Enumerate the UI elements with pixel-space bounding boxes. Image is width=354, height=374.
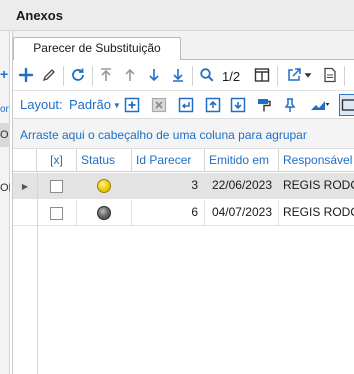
status-cell <box>77 200 132 226</box>
column-header-responsavel[interactable]: Responsável <box>279 149 354 172</box>
status-yellow-icon <box>97 179 111 193</box>
layout-select-value: Padrão <box>69 97 111 112</box>
add-icon[interactable] <box>15 64 37 86</box>
status-cell <box>77 173 132 199</box>
tab-parecer-substituicao[interactable]: Parecer de Substituição <box>13 37 181 60</box>
row-checkbox-cell[interactable] <box>37 200 77 226</box>
layout-label: Layout: <box>20 97 63 112</box>
emitido-em-cell: 04/07/2023 <box>205 200 279 226</box>
id-parecer-cell: 3 <box>132 173 205 199</box>
grid-header: [x] Status Id Parecer Emitido em Respons… <box>13 149 354 172</box>
row-checkbox[interactable] <box>50 206 63 220</box>
chart-dropdown-icon[interactable] <box>307 94 333 116</box>
layout-toolbar: Layout: Padrão ▼ <box>13 92 354 118</box>
window-title-bar: Anexos <box>0 0 354 31</box>
delete-row-icon[interactable] <box>148 94 170 116</box>
move-row-up-icon[interactable] <box>202 94 224 116</box>
group-by-hint: Arraste aqui o cabeçalho de uma coluna p… <box>20 128 307 142</box>
tab-strip: Parecer de Substituição <box>13 31 354 60</box>
page-indicator: 1/2 <box>222 69 241 84</box>
responsavel-cell: REGIS RODOL <box>283 178 354 192</box>
column-header-status[interactable]: Status <box>77 149 132 172</box>
panel-toggle-icon[interactable] <box>339 94 354 116</box>
row-checkbox-cell[interactable] <box>37 173 77 199</box>
column-header-id-parecer[interactable]: Id Parecer <box>132 149 205 172</box>
search-icon[interactable] <box>196 64 218 86</box>
pin-icon[interactable] <box>279 94 301 116</box>
columns-icon[interactable] <box>251 64 273 86</box>
left-panel-label: or <box>0 104 9 115</box>
attachments-panel: Parecer de Substituição 1/2 Layout: Padr… <box>12 31 354 374</box>
row-indicator-icon: ▶ <box>21 181 29 191</box>
column-header-check[interactable]: [x] <box>37 149 77 172</box>
move-row-down-icon[interactable] <box>227 94 249 116</box>
id-parecer-cell: 6 <box>132 200 205 226</box>
add-row-icon[interactable] <box>121 94 143 116</box>
left-panel-add-icon[interactable]: + <box>0 64 10 84</box>
edit-icon[interactable] <box>38 64 60 86</box>
move-down-icon[interactable] <box>143 64 165 86</box>
table-row[interactable]: ▶ 3 22/06/2023 REGIS RODOL <box>13 173 354 199</box>
dropdown-icon[interactable] <box>301 64 315 86</box>
grid-toolbar: 1/2 <box>13 61 354 91</box>
emitido-em-cell: 22/06/2023 <box>205 173 279 199</box>
column-header-emitido-em[interactable]: Emitido em <box>205 149 279 172</box>
row-indicator <box>13 200 37 226</box>
move-up-icon[interactable] <box>119 64 141 86</box>
chevron-down-icon: ▼ <box>112 101 121 111</box>
left-panel-row[interactable]: OD <box>0 177 10 199</box>
header-indicator <box>13 149 37 172</box>
move-last-icon[interactable] <box>167 64 189 86</box>
group-by-area[interactable]: Arraste aqui o cabeçalho de uma coluna p… <box>13 118 354 149</box>
paint-roller-icon[interactable] <box>253 94 275 116</box>
table-row[interactable]: 6 04/07/2023 REGIS RODOL <box>13 200 354 226</box>
return-icon[interactable] <box>175 94 197 116</box>
window-title: Anexos <box>16 8 63 23</box>
row-checkbox[interactable] <box>50 179 63 193</box>
move-first-icon[interactable] <box>95 64 117 86</box>
layout-select[interactable]: Padrão ▼ <box>69 97 121 112</box>
left-panel-selected-row[interactable]: O <box>0 123 10 147</box>
left-side-panel: + or O OD <box>0 31 10 374</box>
attachments-grid: [x] Status Id Parecer Emitido em Respons… <box>13 149 354 374</box>
document-icon[interactable] <box>319 64 341 86</box>
refresh-icon[interactable] <box>67 64 89 86</box>
status-gray-icon <box>97 206 111 220</box>
responsavel-cell: REGIS RODOL <box>283 205 354 219</box>
